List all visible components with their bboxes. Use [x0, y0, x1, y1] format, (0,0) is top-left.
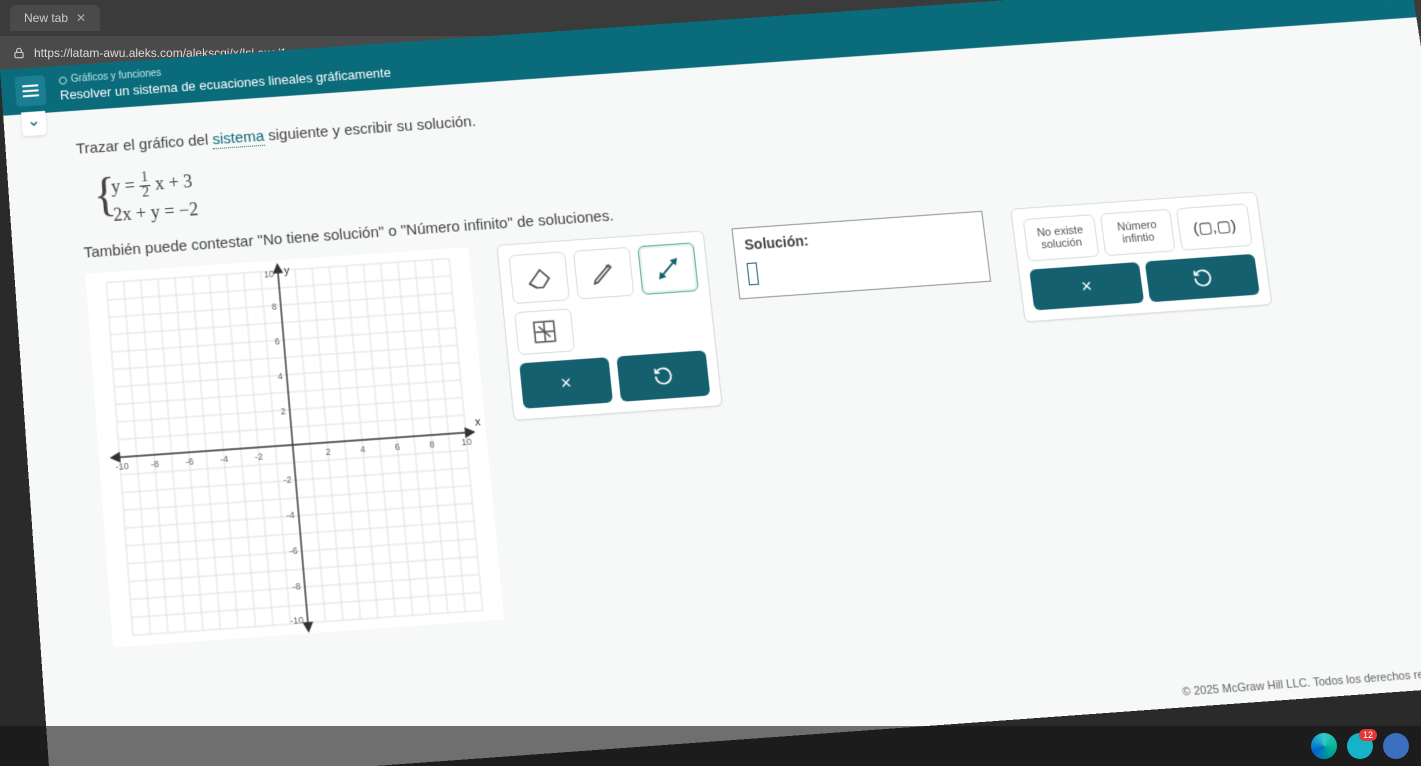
svg-text:6: 6	[274, 336, 280, 347]
svg-text:-2: -2	[283, 474, 292, 485]
brace-icon: {	[92, 171, 118, 219]
menu-button[interactable]	[15, 75, 47, 107]
svg-text:2: 2	[325, 446, 331, 457]
y-axis-label: y	[283, 265, 290, 278]
grid-reset-tool[interactable]	[514, 308, 575, 355]
answer-undo-button[interactable]	[1145, 254, 1260, 302]
svg-text:10: 10	[263, 269, 274, 280]
graph-canvas[interactable]: x y 2 4 6 8 10 -2 -4 -6 -8 -10	[85, 247, 504, 648]
svg-text:-10: -10	[290, 615, 304, 627]
svg-text:6: 6	[394, 441, 400, 452]
pencil-tool[interactable]	[573, 247, 634, 300]
graph-tool-panel: ×	[496, 230, 722, 420]
no-solution-button[interactable]: No existe solución	[1023, 214, 1099, 261]
taskbar-edge-icon[interactable]	[1311, 733, 1337, 759]
line-tool[interactable]	[637, 242, 699, 295]
content-area: Trazar el gráfico del sistema siguiente …	[3, 17, 1421, 674]
svg-text:-4: -4	[220, 454, 229, 465]
solution-label: Solución:	[744, 221, 975, 253]
copyright-text: © 2025 McGraw Hill LLC. Todos los derech…	[1182, 665, 1421, 699]
term-link-sistema[interactable]: sistema	[212, 128, 265, 150]
answer-panel: No existe solución Número infintio (▢,▢)…	[1010, 191, 1272, 322]
svg-text:8: 8	[271, 301, 277, 312]
answer-clear-button[interactable]: ×	[1029, 262, 1144, 310]
collapse-button[interactable]	[21, 111, 47, 137]
browser-tab[interactable]: New tab ✕	[10, 5, 100, 31]
svg-text:-8: -8	[292, 581, 301, 592]
undo-button[interactable]	[616, 350, 710, 402]
close-icon[interactable]: ✕	[76, 11, 86, 25]
svg-text:-2: -2	[254, 451, 263, 462]
solution-input[interactable]	[747, 262, 760, 285]
eraser-tool[interactable]	[509, 251, 570, 304]
x-axis-label: x	[474, 416, 481, 429]
os-taskbar: 12	[0, 726, 1421, 766]
lock-icon	[12, 46, 26, 60]
svg-text:8: 8	[429, 439, 435, 450]
svg-text:-10: -10	[115, 461, 129, 472]
taskbar-generic-icon[interactable]	[1383, 733, 1409, 759]
svg-text:10: 10	[461, 436, 472, 447]
svg-text:4: 4	[277, 371, 283, 382]
solution-box[interactable]: Solución:	[731, 211, 991, 300]
svg-text:-6: -6	[289, 545, 298, 556]
footer: © 2025 McGraw Hill LLC. Todos los derech…	[1182, 663, 1421, 699]
taskbar-app-icon[interactable]: 12	[1347, 733, 1373, 759]
notification-badge: 12	[1359, 729, 1377, 741]
page-surface: Gráficos y funciones Resolver un sistema…	[0, 0, 1421, 766]
svg-text:4: 4	[360, 444, 366, 455]
svg-text:-8: -8	[150, 459, 159, 470]
ordered-pair-button[interactable]: (▢,▢)	[1176, 203, 1253, 250]
infinite-solutions-button[interactable]: Número infintio	[1099, 209, 1176, 256]
svg-text:-4: -4	[286, 510, 295, 521]
clear-button[interactable]: ×	[519, 357, 613, 409]
svg-text:-6: -6	[185, 456, 194, 467]
svg-text:2: 2	[280, 406, 286, 417]
tab-title: New tab	[24, 11, 68, 25]
